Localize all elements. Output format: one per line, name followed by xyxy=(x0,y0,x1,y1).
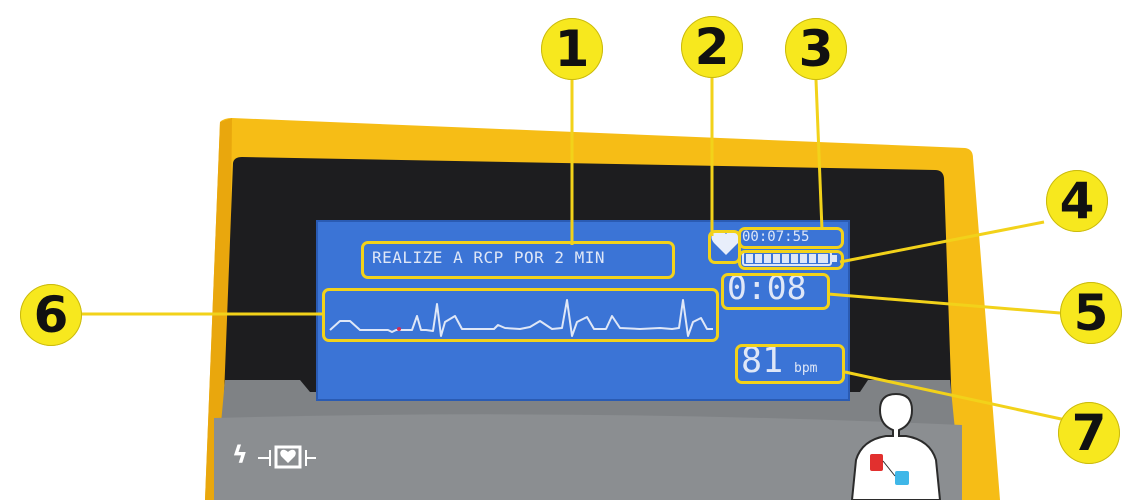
callout-4: 4 xyxy=(1046,170,1108,232)
callout-7: 7 xyxy=(1058,402,1120,464)
callout-3: 3 xyxy=(785,18,847,80)
callout-6: 6 xyxy=(20,284,82,346)
callout-5: 5 xyxy=(1060,282,1122,344)
lower-panel-band xyxy=(214,414,962,500)
highlight-battery xyxy=(738,250,844,270)
shock-lightning-icon: ϟ xyxy=(232,441,248,469)
callout-2: 2 xyxy=(681,16,743,78)
highlight-heart-rate xyxy=(735,344,845,384)
aed-diagram: REALIZE A RCP POR 2 MIN 00:07:55 0:08 81… xyxy=(0,0,1134,500)
highlight-cpr-timer xyxy=(721,273,830,310)
highlight-heart xyxy=(708,230,741,264)
highlight-elapsed-time xyxy=(738,227,844,249)
callout-1: 1 xyxy=(541,18,603,80)
highlight-message xyxy=(361,241,675,279)
highlight-ecg xyxy=(322,288,719,342)
